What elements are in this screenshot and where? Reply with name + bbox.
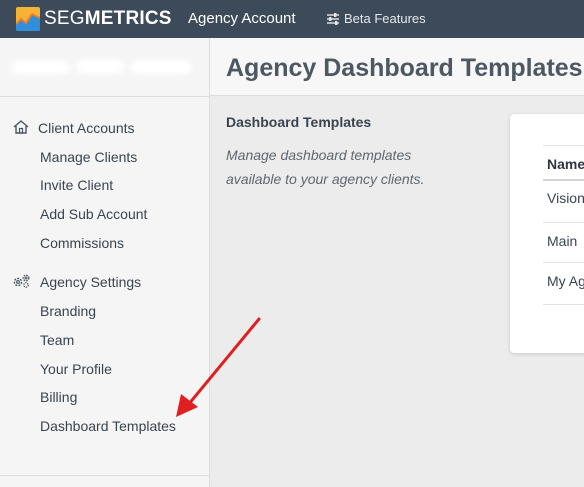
table-top-border (543, 145, 584, 146)
account-type-label: Agency Account (188, 10, 296, 27)
sidebar-heading-label: Client Accounts (38, 120, 135, 136)
beta-features-label: Beta Features (344, 11, 426, 26)
table-row[interactable]: Vision (547, 190, 584, 206)
brand-name-bold: METRICS (84, 8, 172, 29)
table-row[interactable]: Main (547, 233, 577, 249)
sidebar-heading-client-accounts[interactable]: Client Accounts (12, 118, 135, 138)
table-header-divider (543, 179, 584, 181)
home-icon (12, 119, 30, 138)
table-row-divider (543, 304, 584, 305)
table-column-header-name[interactable]: Name (547, 156, 584, 172)
sidebar-item-dashboard-templates[interactable]: Dashboard Templates (40, 416, 176, 436)
sidebar-item-add-sub-account[interactable]: Add Sub Account (40, 204, 147, 224)
sidebar-divider (0, 96, 209, 97)
page-header: Agency Dashboard Templates (210, 38, 584, 96)
table-row-divider (543, 262, 584, 263)
table-row-divider (543, 222, 584, 223)
account-name-blurred[interactable] (10, 54, 195, 80)
sidebar-item-billing[interactable]: Billing (40, 387, 77, 407)
sidebar-heading-agency-settings[interactable]: Agency Settings (12, 272, 141, 292)
page-title: Agency Dashboard Templates (226, 54, 583, 82)
table-row[interactable]: My Ag (547, 273, 584, 289)
sidebar: Client Accounts Manage Clients Invite Cl… (0, 38, 210, 487)
sidebar-item-your-profile[interactable]: Your Profile (40, 359, 112, 379)
gears-icon (12, 273, 32, 292)
segmetrics-logo-icon[interactable] (16, 7, 40, 31)
brand-name-light: SEG (44, 8, 85, 29)
section-title: Dashboard Templates (226, 114, 372, 130)
sidebar-divider (0, 475, 209, 476)
sidebar-heading-label: Agency Settings (40, 274, 142, 290)
top-navigation-bar: SEGMETRICS Agency Account Beta Features (0, 0, 584, 38)
sliders-icon (326, 13, 340, 25)
beta-features-link[interactable]: Beta Features (326, 10, 426, 28)
sidebar-item-team[interactable]: Team (40, 330, 74, 350)
sidebar-item-commissions[interactable]: Commissions (40, 233, 124, 253)
section-description: Manage dashboard templates available to … (226, 147, 425, 187)
sidebar-item-invite-client[interactable]: Invite Client (40, 175, 113, 195)
sidebar-item-branding[interactable]: Branding (40, 301, 96, 321)
brand-name[interactable]: SEGMETRICS (44, 7, 172, 31)
sidebar-item-manage-clients[interactable]: Manage Clients (40, 147, 137, 167)
